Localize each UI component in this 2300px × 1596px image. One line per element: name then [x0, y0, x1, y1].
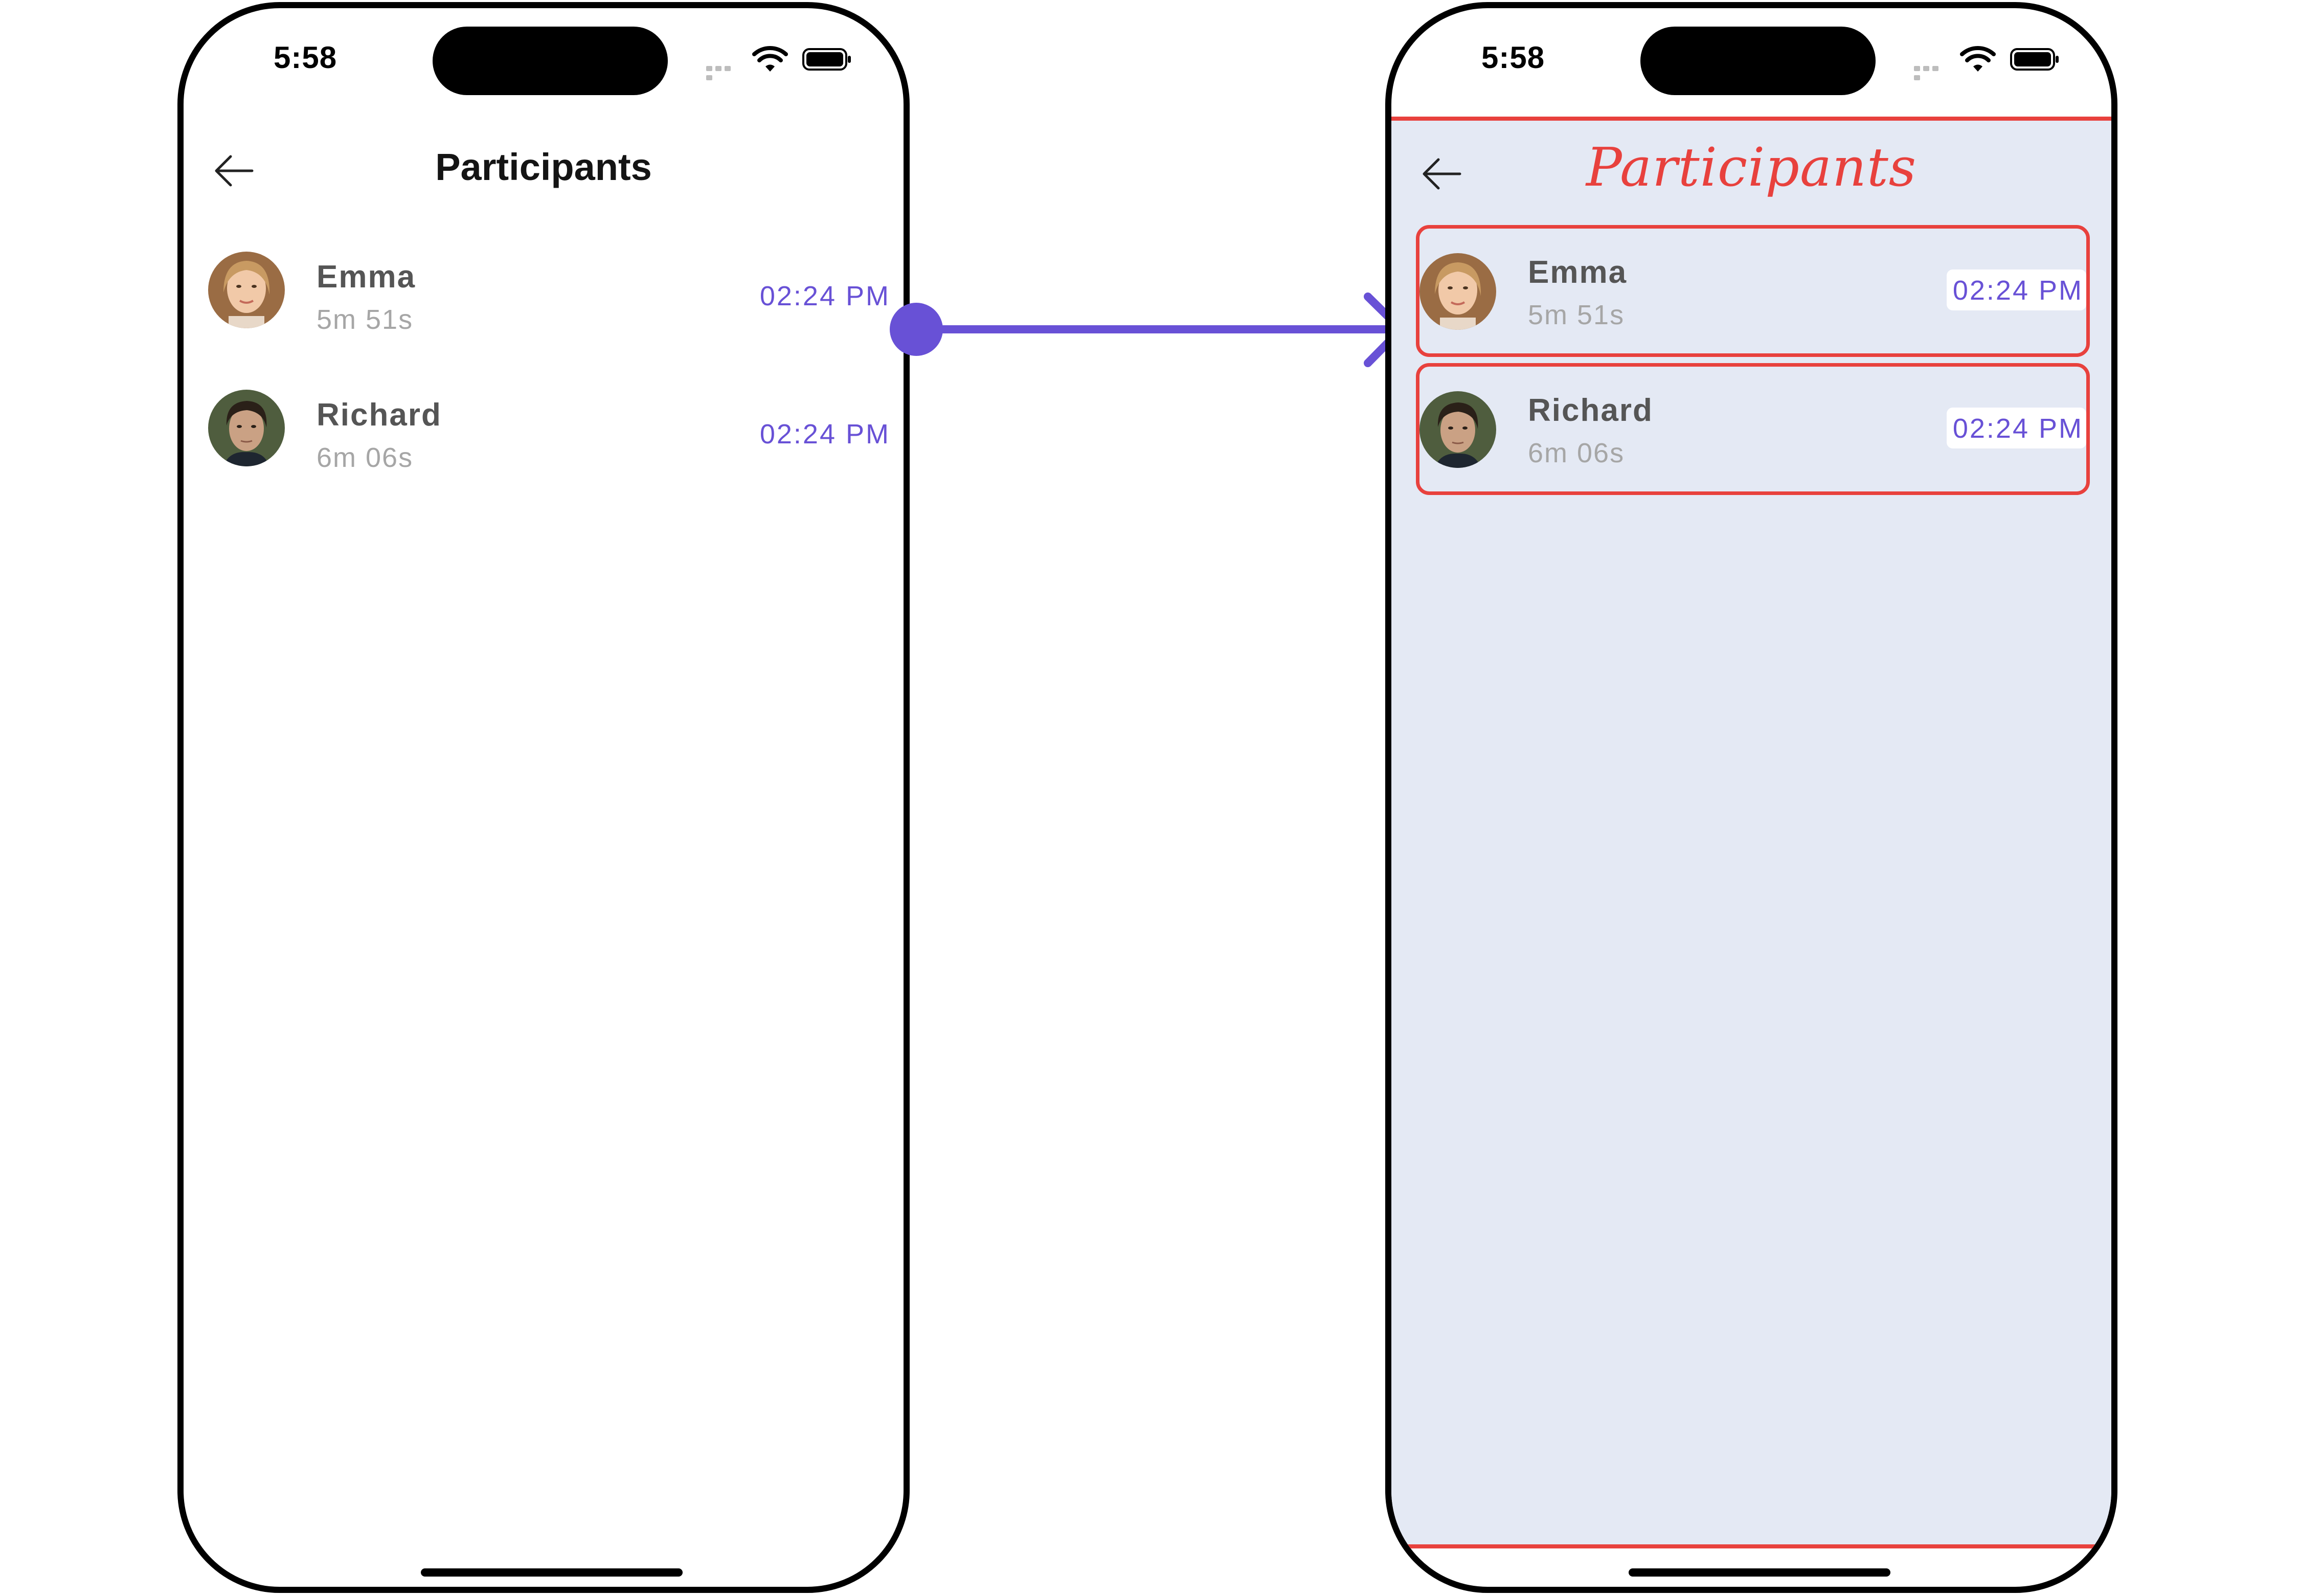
- wifi-icon: [752, 46, 788, 72]
- dynamic-island: [1640, 27, 1876, 95]
- participant-row-richard[interactable]: Richard 6m 06s 02:24 PM: [208, 370, 890, 489]
- participant-name: Emma: [1528, 255, 1628, 290]
- status-time: 5:58: [274, 40, 337, 75]
- page-title: Participants: [435, 146, 652, 188]
- participant-row-richard[interactable]: Richard 6m 06s 02:24 PM: [1416, 363, 2090, 495]
- phone-default: 5:58 Participants Emma 5m 51s 02:24 PM R…: [177, 2, 910, 1593]
- battery-icon: [2010, 48, 2059, 71]
- emma-avatar-image: [208, 252, 285, 328]
- status-icons: [706, 45, 854, 80]
- participant-duration: 6m 06s: [1528, 438, 1625, 468]
- avatar: [208, 390, 285, 466]
- battery-icon: [802, 48, 851, 71]
- joined-time-chip: 02:24 PM: [1946, 269, 2086, 310]
- status-icons: [1914, 45, 2062, 80]
- participant-name: Richard: [317, 397, 442, 433]
- richard-avatar-image: [208, 390, 285, 466]
- home-indicator: [421, 1568, 683, 1577]
- transition-arrow-icon: [890, 293, 1405, 367]
- home-indicator: [1629, 1568, 1890, 1577]
- participant-duration: 5m 51s: [317, 304, 414, 335]
- joined-time-chip: 02:24 PM: [1946, 408, 2086, 448]
- participant-joined-time: 02:24 PM: [1952, 413, 2083, 444]
- page-title: Participants: [1586, 136, 1917, 198]
- phone-styled: 5:58 Participants Emma 5m 51s 02:24 PM R…: [1385, 2, 2117, 1593]
- participant-duration: 5m 51s: [1528, 300, 1625, 330]
- avatar: [1419, 391, 1496, 468]
- wifi-icon: [1960, 46, 1996, 72]
- emma-avatar-image: [1419, 253, 1496, 330]
- dynamic-island: [433, 27, 668, 95]
- signal-dots-icon: [1914, 64, 1950, 80]
- participant-row-emma[interactable]: Emma 5m 51s 02:24 PM: [1416, 225, 2090, 357]
- status-time: 5:58: [1481, 40, 1545, 75]
- participant-name: Richard: [1528, 393, 1653, 428]
- participant-joined-time: 02:24 PM: [759, 419, 890, 449]
- participant-row-emma[interactable]: Emma 5m 51s 02:24 PM: [208, 232, 890, 351]
- participant-joined-time: 02:24 PM: [1952, 275, 2083, 306]
- avatar: [1419, 253, 1496, 330]
- signal-dots-icon: [706, 64, 742, 80]
- avatar: [208, 252, 285, 328]
- participant-duration: 6m 06s: [317, 442, 414, 473]
- richard-avatar-image: [1419, 391, 1496, 468]
- participant-name: Emma: [317, 259, 416, 295]
- participant-joined-time: 02:24 PM: [759, 281, 890, 311]
